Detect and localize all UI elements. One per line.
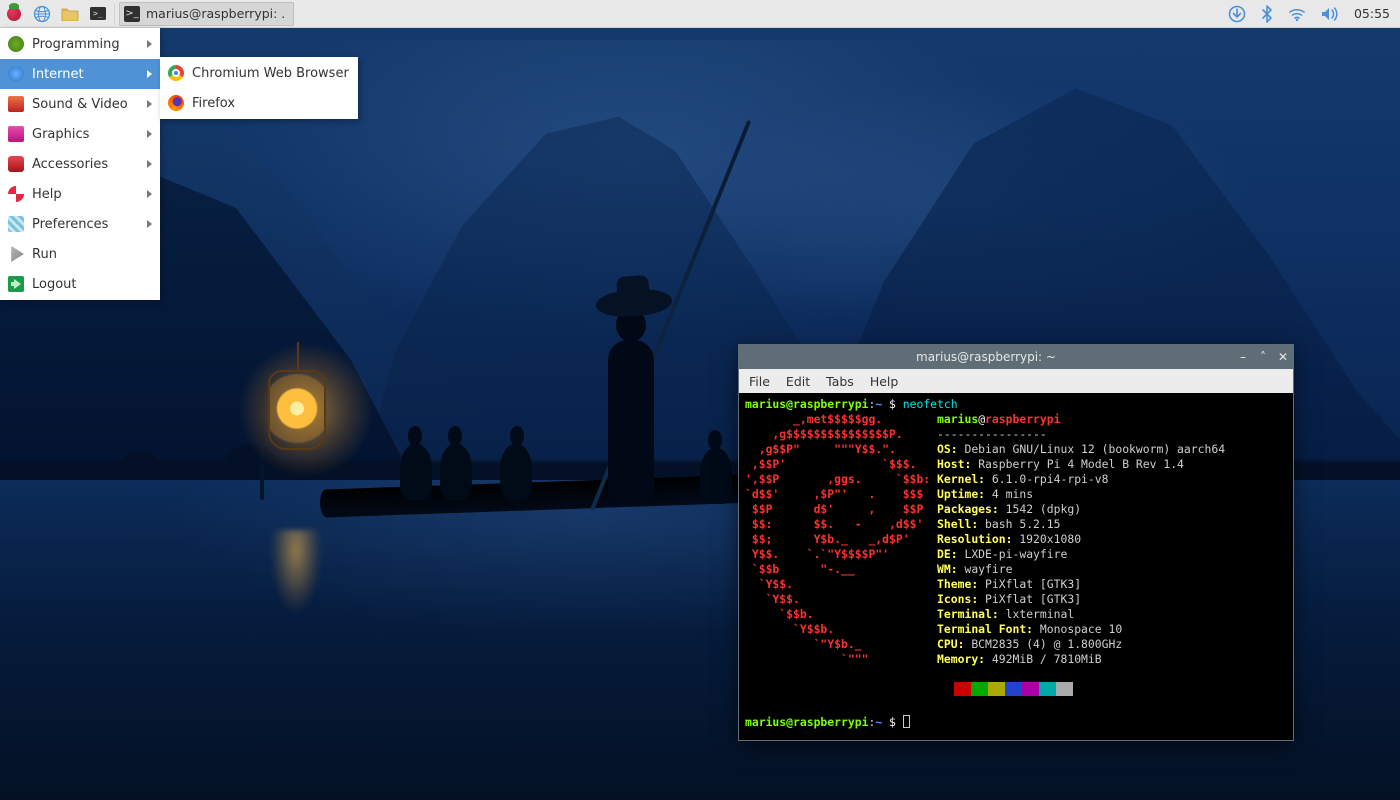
terminal-menu-help[interactable]: Help xyxy=(870,374,899,389)
ic-chrome-icon xyxy=(168,65,184,81)
menu-item-label: Internet xyxy=(32,67,84,82)
ic-logout-icon xyxy=(8,276,24,292)
svg-text:>_: >_ xyxy=(93,9,103,18)
ic-acc-icon xyxy=(8,156,24,172)
applications-submenu-internet: Chromium Web Browser Firefox xyxy=(160,57,358,119)
submenu-item-label: Chromium Web Browser xyxy=(192,66,349,81)
terminal-icon: >_ xyxy=(89,6,107,21)
terminal-title: marius@raspberrypi: ~ xyxy=(739,350,1233,364)
menu-item-preferences[interactable]: Preferences xyxy=(0,209,160,239)
terminal-titlebar[interactable]: marius@raspberrypi: ~ – ˄ ✕ xyxy=(739,345,1293,369)
ic-snd-icon xyxy=(8,96,24,112)
terminal-menubar: File Edit Tabs Help xyxy=(739,369,1293,393)
applications-menu-button[interactable] xyxy=(0,0,28,28)
terminal-menu-tabs[interactable]: Tabs xyxy=(826,374,854,389)
submenu-item-label: Firefox xyxy=(192,96,235,111)
menu-item-sound-video[interactable]: Sound & Video xyxy=(0,89,160,119)
web-browser-launcher[interactable] xyxy=(28,0,56,28)
window-minimize-button[interactable]: – xyxy=(1233,350,1253,364)
raspberry-icon xyxy=(5,5,23,23)
terminal-menu-edit[interactable]: Edit xyxy=(786,374,810,389)
volume-icon[interactable] xyxy=(1320,6,1340,22)
menu-item-logout[interactable]: Logout xyxy=(0,269,160,299)
terminal-window: marius@raspberrypi: ~ – ˄ ✕ File Edit Tabs… xyxy=(738,344,1294,741)
menu-item-label: Logout xyxy=(32,277,77,292)
ic-help-icon xyxy=(8,186,24,202)
menu-item-label: Run xyxy=(32,247,57,262)
ic-net-icon xyxy=(8,66,24,82)
window-close-button[interactable]: ✕ xyxy=(1273,350,1293,364)
menu-item-label: Programming xyxy=(32,37,120,52)
menu-item-graphics[interactable]: Graphics xyxy=(0,119,160,149)
menu-item-run[interactable]: Run xyxy=(0,239,160,269)
menu-item-internet[interactable]: Internet xyxy=(0,59,160,89)
bluetooth-icon[interactable] xyxy=(1260,5,1274,23)
terminal-menu-file[interactable]: File xyxy=(749,374,770,389)
menu-item-accessories[interactable]: Accessories xyxy=(0,149,160,179)
ic-ff-icon xyxy=(168,95,184,111)
submenu-item-chromium-web-browser[interactable]: Chromium Web Browser xyxy=(160,58,358,88)
ic-gfx-icon xyxy=(8,126,24,142)
taskbar-item-label: marius@raspberrypi: . xyxy=(146,6,285,21)
menu-item-programming[interactable]: Programming xyxy=(0,29,160,59)
menu-item-help[interactable]: Help xyxy=(0,179,160,209)
terminal-output[interactable]: marius@raspberrypi:~ $ neofetch _,met$$$… xyxy=(739,393,1293,740)
ic-pref-icon xyxy=(8,216,24,232)
system-tray: 05:55 xyxy=(1228,5,1400,23)
folder-icon xyxy=(61,6,79,21)
menu-item-label: Accessories xyxy=(32,157,108,172)
terminal-icon: >_ xyxy=(124,6,140,22)
menu-item-label: Sound & Video xyxy=(32,97,128,112)
menu-item-label: Preferences xyxy=(32,217,108,232)
file-manager-launcher[interactable] xyxy=(56,0,84,28)
network-icon[interactable] xyxy=(1288,6,1306,22)
window-maximize-button[interactable]: ˄ xyxy=(1253,350,1273,364)
applications-menu: Programming Internet Sound & Video Graphics… xyxy=(0,28,160,300)
globe-icon xyxy=(33,5,51,23)
menu-item-label: Graphics xyxy=(32,127,89,142)
panel-clock[interactable]: 05:55 xyxy=(1354,6,1390,21)
updates-icon[interactable] xyxy=(1228,5,1246,23)
terminal-launcher[interactable]: >_ xyxy=(84,0,112,28)
taskbar-item-terminal[interactable]: >_ marius@raspberrypi: . xyxy=(119,2,294,26)
ic-prog-icon xyxy=(8,36,24,52)
menu-item-label: Help xyxy=(32,187,62,202)
top-panel: >_ >_ marius@raspberrypi: . 05:55 xyxy=(0,0,1400,28)
submenu-item-firefox[interactable]: Firefox xyxy=(160,88,358,118)
ic-run-icon xyxy=(8,246,24,262)
